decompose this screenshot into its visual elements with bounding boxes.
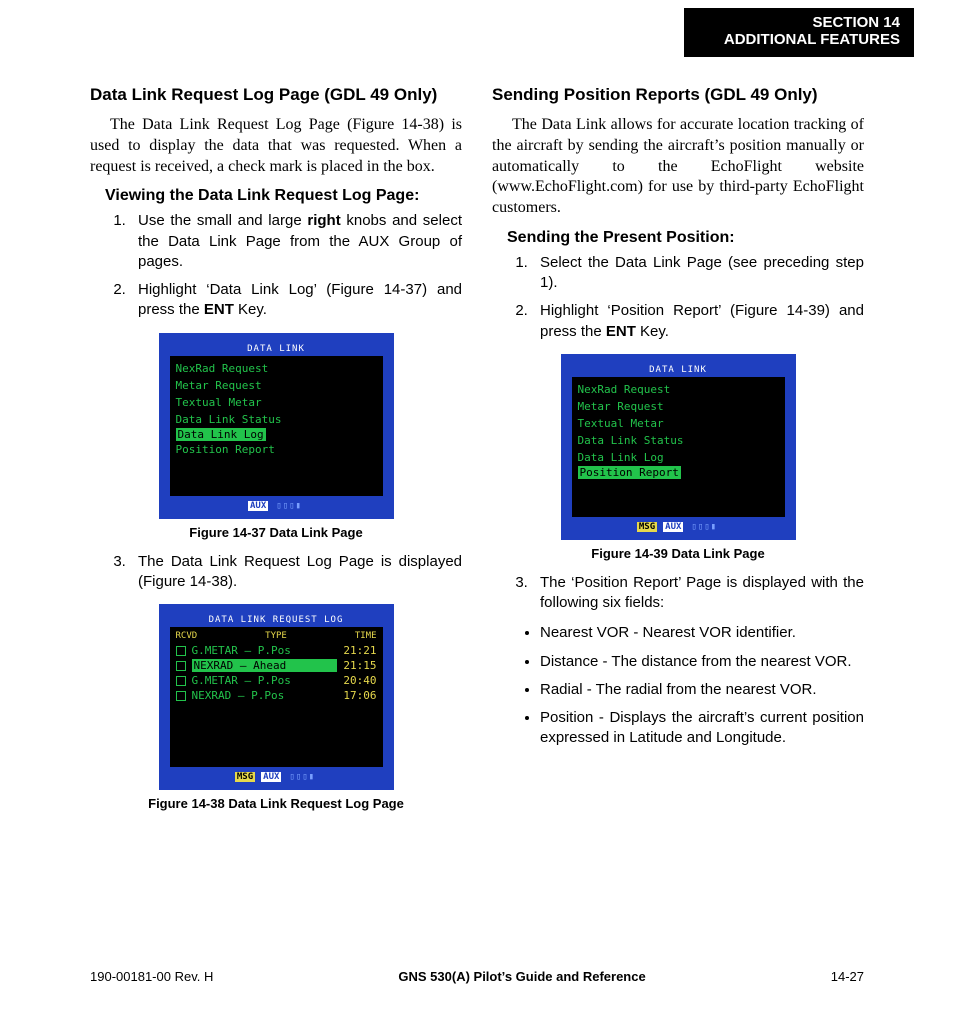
menu-item: Textual Metar: [176, 394, 377, 411]
heading-position-reports: Sending Position Reports (GDL 49 Only): [492, 85, 864, 105]
section-header: SECTION 14 ADDITIONAL FEATURES: [684, 8, 914, 57]
msg-tag: MSG: [637, 522, 657, 532]
page-number: 14-27: [831, 969, 864, 984]
screen-title: DATA LINK: [571, 364, 786, 376]
log-table: RCVD TYPE TIME G.METAR – P.Pos 21:21 NEX…: [170, 627, 383, 767]
list-item: Position - Displays the aircraft’s curre…: [540, 708, 864, 749]
screen-footer: MSG AUX ▯▯▯▮: [169, 768, 384, 788]
list-item: Highlight ‘Data Link Log’ (Figure 14-37)…: [130, 280, 462, 321]
subheading-viewing: Viewing the Data Link Request Log Page:: [105, 187, 462, 205]
steps-list-right: Select the Data Link Page (see preceding…: [492, 253, 864, 342]
fields-bullet-list: Nearest VOR - Nearest VOR identifier. Di…: [492, 623, 864, 748]
manual-page: SECTION 14 ADDITIONAL FEATURES Data Link…: [0, 0, 954, 1014]
list-item: Select the Data Link Page (see preceding…: [532, 253, 864, 294]
menu-item: NexRad Request: [176, 360, 377, 377]
menu-list: NexRad Request Metar Request Textual Met…: [170, 356, 383, 496]
screen-title: DATA LINK: [169, 343, 384, 355]
steps-list-left-cont: The Data Link Request Log Page is displa…: [90, 552, 462, 593]
list-item: Use the small and large right knobs and …: [130, 211, 462, 272]
checkbox-icon: [176, 646, 186, 656]
menu-item-selected: Data Link Log: [176, 428, 266, 441]
menu-item: NexRad Request: [578, 381, 779, 398]
aux-tag: AUX: [261, 772, 281, 782]
left-column: Data Link Request Log Page (GDL 49 Only)…: [90, 85, 462, 823]
screen-footer: MSG AUX ▯▯▯▮: [571, 518, 786, 538]
figure-14-38-screen: DATA LINK REQUEST LOG RCVD TYPE TIME G.M…: [159, 604, 394, 790]
log-header: RCVD TYPE TIME: [176, 631, 377, 643]
msg-tag: MSG: [235, 772, 255, 782]
list-item: Distance - The distance from the nearest…: [540, 652, 864, 672]
list-item: Radial - The radial from the nearest VOR…: [540, 680, 864, 700]
page-footer: 190-00181-00 Rev. H GNS 530(A) Pilot’s G…: [90, 969, 864, 984]
checkbox-icon: [176, 691, 186, 701]
figure-caption: Figure 14-37 Data Link Page: [90, 525, 462, 540]
screen-footer: AUX ▯▯▯▮: [169, 497, 384, 517]
doc-title: GNS 530(A) Pilot’s Guide and Reference: [398, 969, 645, 984]
menu-item: Data Link Status: [578, 432, 779, 449]
right-column: Sending Position Reports (GDL 49 Only) T…: [492, 85, 864, 823]
page-bars-icon: ▯▯▯▮: [689, 522, 719, 532]
checkbox-icon: [176, 661, 186, 671]
list-item: The Data Link Request Log Page is displa…: [130, 552, 462, 593]
subheading-sending: Sending the Present Position:: [507, 229, 864, 247]
table-row: NEXRAD – Ahead 21:15: [176, 658, 377, 673]
steps-list-left: Use the small and large right knobs and …: [90, 211, 462, 320]
two-column-layout: Data Link Request Log Page (GDL 49 Only)…: [90, 85, 864, 823]
section-title: ADDITIONAL FEATURES: [724, 31, 900, 48]
menu-item: Data Link Log: [578, 449, 779, 466]
figure-14-37-screen: DATA LINK NexRad Request Metar Request T…: [159, 333, 394, 519]
menu-item: Data Link Status: [176, 411, 377, 428]
table-row: G.METAR – P.Pos 21:21: [176, 643, 377, 658]
section-number: SECTION 14: [724, 14, 900, 31]
list-item: Nearest VOR - Nearest VOR identifier.: [540, 623, 864, 643]
screen-title: DATA LINK REQUEST LOG: [169, 614, 384, 626]
doc-revision: 190-00181-00 Rev. H: [90, 969, 213, 984]
page-bars-icon: ▯▯▯▮: [274, 501, 304, 511]
table-row: G.METAR – P.Pos 20:40: [176, 673, 377, 688]
aux-tag: AUX: [663, 522, 683, 532]
menu-item: Metar Request: [176, 377, 377, 394]
intro-paragraph: The Data Link Request Log Page (Figure 1…: [90, 115, 462, 177]
menu-item: Textual Metar: [578, 415, 779, 432]
page-bars-icon: ▯▯▯▮: [287, 772, 317, 782]
menu-list: NexRad Request Metar Request Textual Met…: [572, 377, 785, 517]
figure-14-39-screen: DATA LINK NexRad Request Metar Request T…: [561, 354, 796, 540]
list-item: Highlight ‘Position Report’ (Figure 14-3…: [532, 301, 864, 342]
figure-caption: Figure 14-38 Data Link Request Log Page: [90, 796, 462, 811]
checkbox-icon: [176, 676, 186, 686]
list-item: The ‘Position Report’ Page is displayed …: [532, 573, 864, 614]
steps-list-right-cont: The ‘Position Report’ Page is displayed …: [492, 573, 864, 614]
intro-paragraph: The Data Link allows for accurate locati…: [492, 115, 864, 219]
heading-datalink-log: Data Link Request Log Page (GDL 49 Only): [90, 85, 462, 105]
aux-tag: AUX: [248, 501, 268, 511]
menu-item: Metar Request: [578, 398, 779, 415]
menu-item-selected: Position Report: [578, 466, 681, 479]
table-row: NEXRAD – P.Pos 17:06: [176, 688, 377, 703]
figure-caption: Figure 14-39 Data Link Page: [492, 546, 864, 561]
menu-item: Position Report: [176, 441, 377, 458]
